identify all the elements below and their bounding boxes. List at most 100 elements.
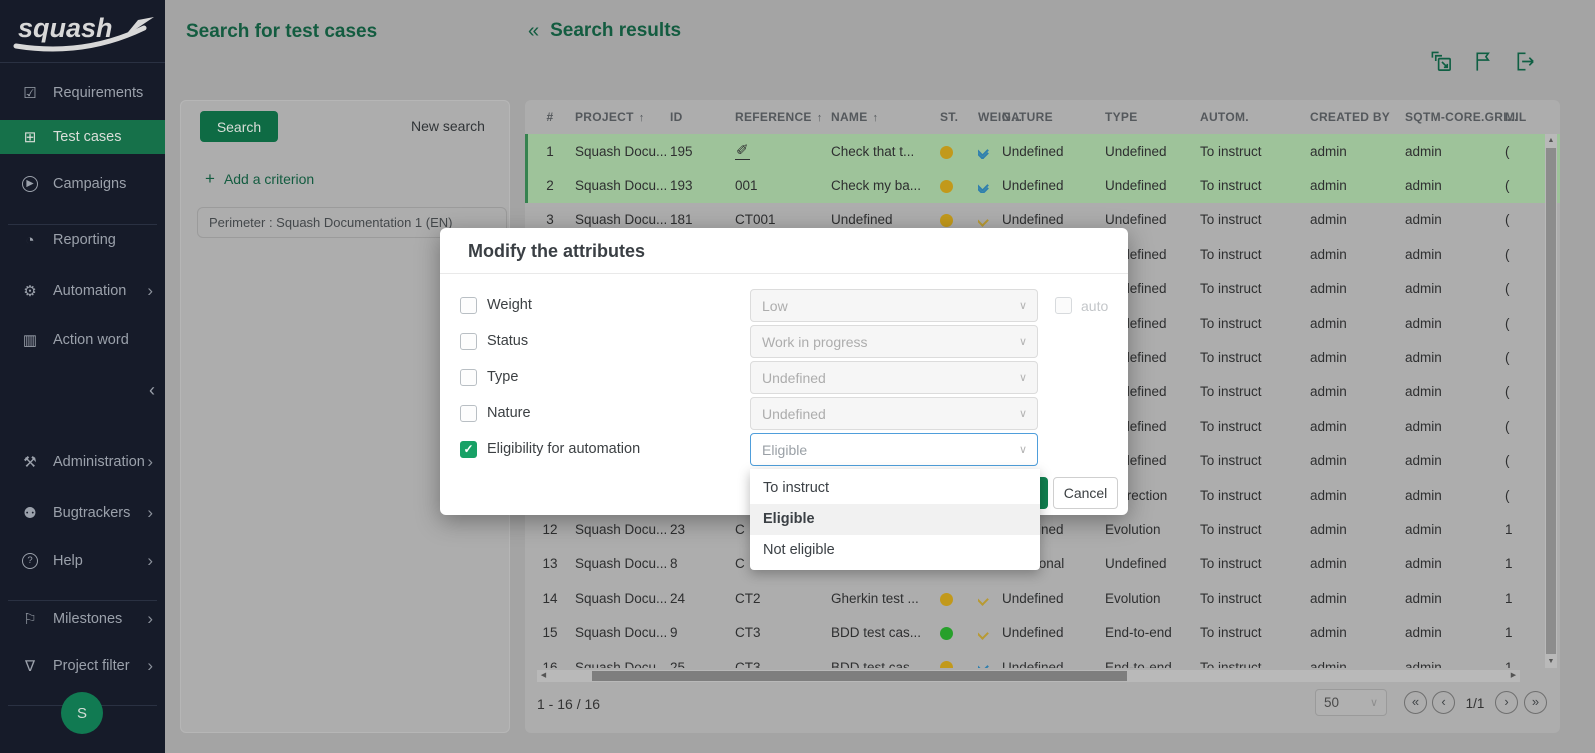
cell-row-number: 2 [525,178,575,193]
table-row[interactable]: 1 Squash Docu... 195 ✐ Check that t... U… [525,134,1560,168]
cell-automation: To instruct [1200,660,1310,668]
cell-reference: CT2 [735,591,831,606]
cell-name: Gherkin test ... [831,591,940,606]
auto-checkbox[interactable] [1055,297,1072,314]
sidebar-item-help[interactable]: ? Help › [0,544,165,578]
cell-weight [978,660,1002,668]
column-header-reference[interactable]: REFERENCE↑ [735,110,831,124]
page-size-select[interactable]: 50 ∨ [1315,689,1387,716]
cell-automation: To instruct [1200,522,1310,537]
edit-reference-icon[interactable]: ✐ [735,144,750,160]
sidebar-item-automation[interactable]: ⚙ Automation › [0,274,165,308]
field-select[interactable]: Work in progress ∨ [750,325,1038,358]
cell-id: 9 [670,625,735,640]
cell-reference: CT001 [735,212,831,227]
mass-modify-icon[interactable] [1430,50,1453,73]
sidebar-item-test-cases[interactable]: ⊞ Test cases › [0,120,165,154]
add-criterion-button[interactable]: +Add a criterion [205,169,314,189]
sidebar-item-milestones[interactable]: ⚐ Milestones › [0,602,165,636]
cell-created-by: admin [1310,212,1405,227]
table-row[interactable]: 14 Squash Docu... 24 CT2 Gherkin test ..… [525,581,1560,615]
cell-automation: To instruct [1200,556,1310,571]
table-row[interactable]: 12 Squash Docu... 23 C Undefined Evoluti… [525,512,1560,546]
export-icon[interactable] [1514,50,1537,73]
cell-project: Squash Docu... [575,660,670,668]
chevron-right-icon: › [147,452,153,472]
flag-icon[interactable] [1472,50,1495,73]
field-select[interactable]: Low ∨ [750,289,1038,322]
cell-sqtm-core: admin [1405,419,1505,434]
scroll-up-icon[interactable]: ▲ [1545,134,1557,147]
scroll-left-icon[interactable]: ◀ [537,670,550,682]
table-row[interactable]: 15 Squash Docu... 9 CT3 BDD test cas... … [525,615,1560,649]
sidebar-item-campaigns[interactable]: ▶ Campaigns › [0,167,165,201]
cell-created-by: admin [1310,178,1405,193]
collapse-results-icon[interactable]: « [528,21,539,41]
cell-automation: To instruct [1200,178,1310,193]
field-checkbox[interactable] [460,297,477,314]
dialog-field-status: Status Work in progress ∨ [440,325,1128,358]
last-page-button[interactable]: » [1524,691,1547,714]
sidebar-item-reporting[interactable]: ◔ Reporting › [0,223,165,257]
column-header-created-by[interactable]: CREATED BY [1310,110,1405,124]
results-title: Search results [550,20,681,42]
horizontal-scrollbar[interactable]: ◀ ▶ [537,670,1520,682]
sidebar-item-action-word[interactable]: ▥ Action word › [0,323,165,357]
cell-created-by: admin [1310,350,1405,365]
scroll-right-icon[interactable]: ▶ [1507,670,1520,682]
cell-created-by: admin [1310,316,1405,331]
sidebar-item-administration[interactable]: ⚒ Administration › [0,445,165,479]
field-select[interactable]: Undefined ∨ [750,361,1038,394]
dropdown-option-not-eligible[interactable]: Not eligible [750,535,1040,566]
horizontal-scrollbar-thumb[interactable] [592,671,1127,681]
robot-icon: ⚙ [20,282,40,300]
sidebar-item-project-filter[interactable]: ∇ Project filter › [0,649,165,683]
first-page-button[interactable]: « [1404,691,1427,714]
sidebar-collapse-icon[interactable]: ‹ [149,380,155,401]
scroll-down-icon[interactable]: ▼ [1545,655,1557,668]
status-dot-icon [940,146,953,159]
new-search-link[interactable]: New search [411,118,485,134]
column-header-project[interactable]: PROJECT↑ [575,110,670,124]
weight-blue-double-chevron-icon [978,662,987,668]
cancel-button[interactable]: Cancel [1053,477,1118,509]
next-page-button[interactable]: › [1495,691,1518,714]
page-indicator: 1/1 [1459,696,1491,711]
cell-type: Undefined [1105,556,1200,571]
cell-project: Squash Docu... [575,522,670,537]
field-checkbox[interactable] [460,369,477,386]
sidebar-item-requirements[interactable]: ☑ Requirements › [0,76,165,110]
previous-page-button[interactable]: ‹ [1432,691,1455,714]
column-header-autom-[interactable]: AUTOM. [1200,110,1310,124]
column-header-weig-[interactable]: WEIG... [978,110,1002,124]
cell-sqtm-core: admin [1405,556,1505,571]
dialog-divider [440,273,1128,274]
column-header-st-[interactable]: ST. [940,110,978,124]
dropdown-option-eligible[interactable]: Eligible [750,504,1040,535]
field-checkbox[interactable] [460,333,477,350]
cell-automation: To instruct [1200,212,1310,227]
dropdown-option-to-instruct[interactable]: To instruct [750,473,1040,504]
cell-created-by: admin [1310,625,1405,640]
cell-type: Undefined [1105,178,1200,193]
table-row[interactable]: 13 Squash Docu... 8 C Functional Undefin… [525,547,1560,581]
column-header-name[interactable]: NAME↑ [831,110,940,124]
column-header-nature[interactable]: NATURE [1002,110,1105,124]
column-header--[interactable]: # [525,110,575,124]
vertical-scrollbar[interactable]: ▲ ▼ [1545,134,1557,668]
search-button[interactable]: Search [200,111,278,142]
table-row[interactable]: 2 Squash Docu... 193 001 Check my ba... … [525,168,1560,202]
field-select[interactable]: Eligible ∨ [750,433,1038,466]
column-header-mil[interactable]: MIL [1505,110,1560,124]
sidebar-item-bugtrackers[interactable]: ⚉ Bugtrackers › [0,496,165,530]
column-header-id[interactable]: ID [670,110,735,124]
field-checkbox[interactable] [460,405,477,422]
field-checkbox[interactable]: ✓ [460,441,477,458]
vertical-scrollbar-thumb[interactable] [1546,148,1556,654]
field-select[interactable]: Undefined ∨ [750,397,1038,430]
weight-yellow-single-chevron-icon [978,216,987,225]
column-header-type[interactable]: TYPE [1105,110,1200,124]
avatar[interactable]: S [61,692,103,734]
table-row[interactable]: 16 Squash Docu... 25 CT3 BDD test cas...… [525,650,1560,668]
column-header-sqtm-core-gri-[interactable]: SQTM-CORE.GRI... [1405,110,1505,124]
